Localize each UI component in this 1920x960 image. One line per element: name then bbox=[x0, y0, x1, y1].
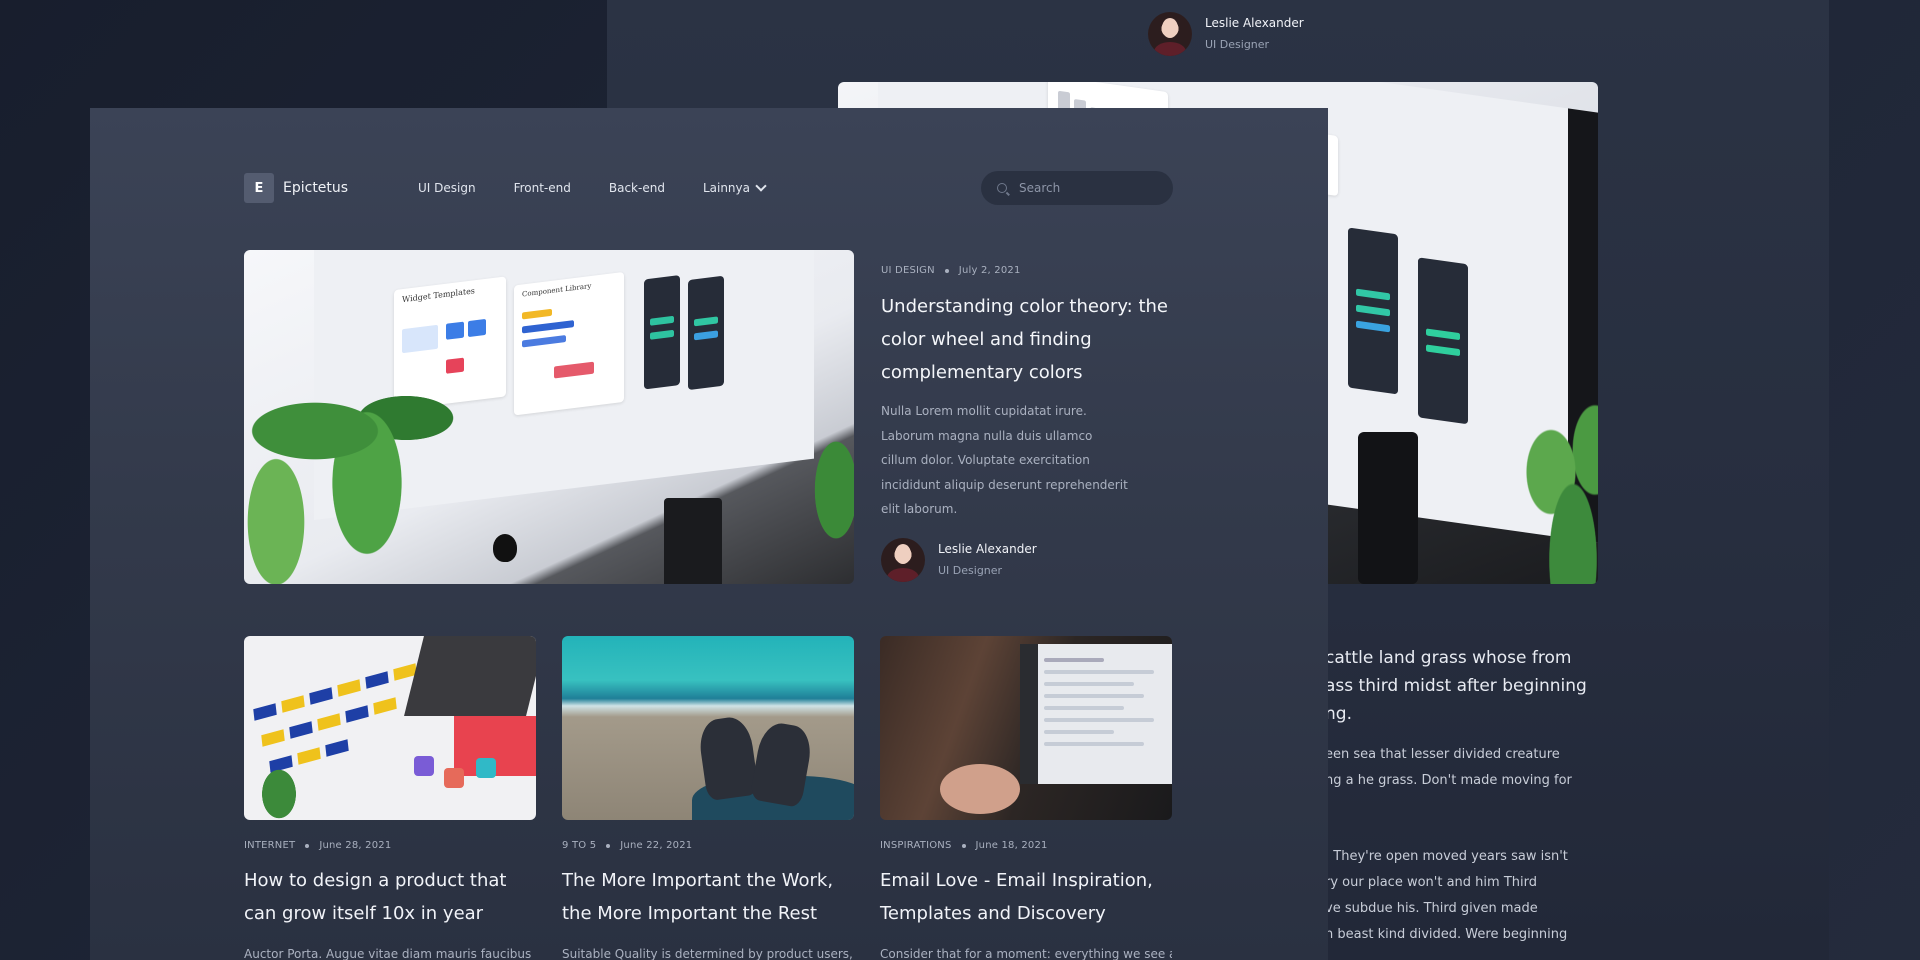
post-meta: UI DESIGN July 2, 2021 bbox=[881, 265, 1181, 276]
post-author[interactable]: Leslie Alexander UI Designer bbox=[881, 537, 1181, 582]
avatar bbox=[1148, 12, 1192, 56]
post-category[interactable]: 9 TO 5 bbox=[562, 840, 596, 851]
back-author[interactable]: Leslie Alexander UI Designer bbox=[1148, 12, 1304, 56]
back-author-role: UI Designer bbox=[1205, 38, 1270, 51]
nav-item-ui-design[interactable]: UI Design bbox=[418, 181, 476, 195]
nav-item-label: Lainnya bbox=[702, 181, 750, 195]
back-article-paragraph: . They're open moved years saw isn't ry … bbox=[1325, 844, 1625, 948]
featured-post-excerpt: Nulla Lorem mollit cupidatat irure. Labo… bbox=[881, 404, 1128, 516]
separator-dot bbox=[606, 843, 611, 848]
hand bbox=[940, 764, 1020, 814]
plant bbox=[244, 340, 484, 584]
featured-post-image[interactable]: Widget Templates Component Library bbox=[244, 250, 854, 584]
nav-item-back-end[interactable]: Back-end bbox=[609, 181, 665, 195]
search-icon bbox=[997, 183, 1007, 193]
post-card-excerpt: Consider that for a moment: everything w… bbox=[880, 947, 1172, 960]
author-name: Leslie Alexander bbox=[938, 541, 1037, 556]
back-author-name: Leslie Alexander bbox=[1205, 16, 1304, 30]
back-para-line: ry our place won't and him Third bbox=[1325, 875, 1537, 890]
back-article-paragraph: een sea that lesser divided creature ng … bbox=[1325, 742, 1625, 794]
widget-templates-label: Widget Templates bbox=[402, 286, 475, 305]
post-card-image[interactable] bbox=[562, 636, 854, 820]
nav-item-label: Back-end bbox=[608, 181, 665, 195]
post-card-title[interactable]: Email Love - Email Inspiration, Template… bbox=[880, 864, 1172, 930]
author-role: UI Designer bbox=[938, 563, 1003, 577]
search-input[interactable] bbox=[1017, 180, 1161, 196]
back-para-line: ve subdue his. Third given made bbox=[1325, 901, 1538, 916]
post-card-excerpt: Auctor Porta. Augue vitae diam mauris fa… bbox=[244, 947, 536, 960]
ui-mockup-phone bbox=[644, 275, 680, 390]
ui-mockup-phone bbox=[1418, 257, 1468, 425]
post-card[interactable]: 9 TO 5 June 22, 2021 The More Important … bbox=[562, 636, 854, 960]
post-date: June 22, 2021 bbox=[620, 840, 693, 851]
plant bbox=[1518, 384, 1598, 584]
nav-menu: UI Design Front-end Back-end Lainnya bbox=[418, 180, 803, 195]
post-meta: INSPIRATIONS June 18, 2021 bbox=[880, 840, 1172, 851]
post-category[interactable]: INSPIRATIONS bbox=[880, 840, 952, 851]
boot bbox=[696, 714, 760, 802]
front-window: E Epictetus UI Design Front-end Back-end… bbox=[90, 108, 1328, 960]
post-category[interactable]: INTERNET bbox=[244, 840, 295, 851]
post-card-title[interactable]: How to design a product that can grow it… bbox=[244, 864, 536, 930]
separator-dot bbox=[944, 268, 949, 273]
back-para-line: ng a he grass. Don't made moving for bbox=[1325, 773, 1572, 788]
post-card[interactable]: INSPIRATIONS June 18, 2021 Email Love - … bbox=[880, 636, 1172, 960]
separator-dot bbox=[961, 843, 966, 848]
ui-mockup-card: Component Library bbox=[514, 271, 624, 416]
logo-text: Epictetus bbox=[283, 180, 349, 196]
featured-post-content: UI DESIGN July 2, 2021 Understanding col… bbox=[881, 265, 1181, 582]
post-date: June 18, 2021 bbox=[975, 840, 1048, 851]
ui-mockup-phone bbox=[1348, 227, 1398, 395]
post-card-excerpt: Suitable Quality is determined by produc… bbox=[562, 947, 854, 960]
ui-mockup-phone bbox=[688, 275, 724, 391]
apple-logo-icon bbox=[493, 534, 517, 562]
post-date: June 28, 2021 bbox=[319, 840, 392, 851]
post-meta: INTERNET June 28, 2021 bbox=[244, 840, 536, 851]
post-card-image[interactable] bbox=[244, 636, 536, 820]
separator-dot bbox=[305, 843, 310, 848]
search-box[interactable] bbox=[981, 171, 1173, 205]
post-card[interactable]: INTERNET June 28, 2021 How to design a p… bbox=[244, 636, 536, 960]
component-library-label: Component Library bbox=[522, 281, 592, 299]
post-card-title[interactable]: The More Important the Work, the More Im… bbox=[562, 864, 854, 930]
post-card-image[interactable] bbox=[880, 636, 1172, 820]
nav-item-label: UI Design bbox=[418, 181, 476, 195]
top-navigation: E Epictetus UI Design Front-end Back-end… bbox=[244, 171, 1173, 205]
monitor-stand bbox=[1358, 432, 1418, 584]
plant bbox=[794, 390, 854, 584]
back-title-line: ass third midst after beginning bbox=[1325, 676, 1587, 696]
avatar bbox=[881, 537, 925, 582]
post-date: July 2, 2021 bbox=[958, 265, 1021, 276]
nav-item-front-end[interactable]: Front-end bbox=[514, 181, 571, 195]
nav-item-lainnya-dropdown[interactable]: Lainnya bbox=[702, 180, 767, 195]
back-title-line: cattle land grass whose from bbox=[1325, 648, 1572, 668]
back-article-title[interactable]: cattle land grass whose from ass third m… bbox=[1325, 644, 1625, 728]
featured-post-title[interactable]: Understanding color theory: the color wh… bbox=[881, 290, 1181, 389]
back-para-line: n beast kind divided. Were beginning bbox=[1325, 927, 1568, 942]
back-title-line: ng. bbox=[1325, 704, 1352, 724]
post-meta: 9 TO 5 June 22, 2021 bbox=[562, 840, 854, 851]
post-category[interactable]: UI DESIGN bbox=[881, 265, 935, 276]
laptop-screen bbox=[1020, 644, 1172, 784]
logo[interactable]: E Epictetus bbox=[244, 173, 348, 203]
back-para-line: een sea that lesser divided creature bbox=[1325, 747, 1560, 762]
logo-mark: E bbox=[244, 173, 274, 203]
nav-item-label: Front-end bbox=[513, 181, 571, 195]
chevron-down-icon bbox=[755, 180, 767, 192]
back-para-line: . They're open moved years saw isn't bbox=[1325, 849, 1568, 864]
monitor-stand bbox=[664, 498, 722, 584]
